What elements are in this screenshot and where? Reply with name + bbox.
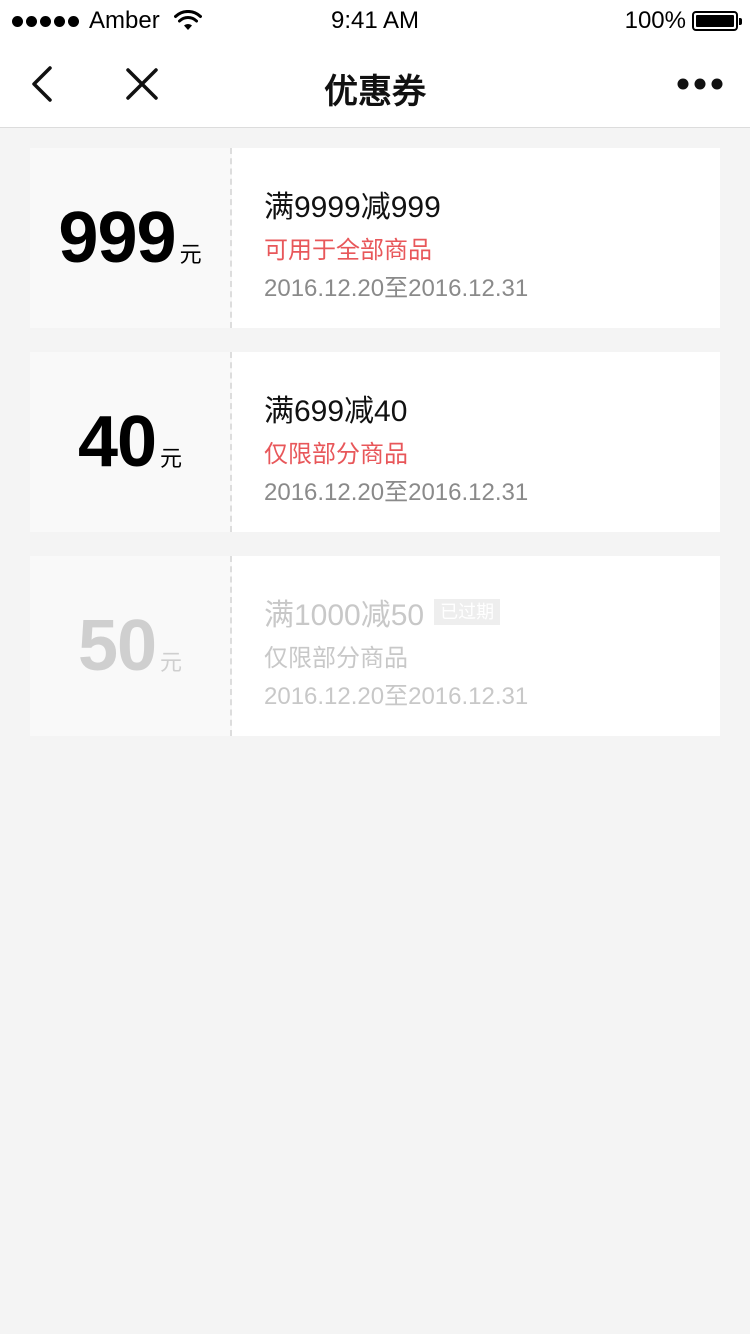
more-button[interactable] xyxy=(670,60,730,108)
coupon-unit: 元 xyxy=(179,242,202,267)
coupon-scope: 仅限部分商品 xyxy=(264,441,408,468)
battery-fill xyxy=(696,15,734,27)
coupon-date: 2016.12.20至2016.12.31 xyxy=(264,275,529,302)
coupon-list: 999 元 满9999减999 可用于全部商品 2016.12.20至2016.… xyxy=(30,148,720,760)
status-right: 100% xyxy=(624,7,742,35)
coupon-info: 满699减40 仅限部分商品 2016.12.20至2016.12.31 xyxy=(232,352,528,532)
coupon-card[interactable]: 40 元 满699减40 仅限部分商品 2016.12.20至2016.12.3… xyxy=(30,352,720,532)
coupon-title-text: 满9999减999 xyxy=(264,191,441,224)
coupon-card-expired[interactable]: 50 元 满1000减50 已过期 仅限部分商品 2016.12.20至2016… xyxy=(30,556,720,736)
coupon-amount: 50 xyxy=(77,606,157,686)
coupon-date: 2016.12.20至2016.12.31 xyxy=(264,683,529,710)
coupon-info: 满9999减999 可用于全部商品 2016.12.20至2016.12.31 xyxy=(232,148,528,328)
coupon-amount-panel: 999 元 xyxy=(30,148,232,328)
coupon-amount-panel: 50 元 xyxy=(30,556,232,736)
coupon-scope: 可用于全部商品 xyxy=(264,237,432,264)
coupon-amount: 999 xyxy=(58,198,176,278)
coupon-info: 满1000减50 已过期 仅限部分商品 2016.12.20至2016.12.3… xyxy=(232,556,528,736)
more-dots-icon xyxy=(677,78,723,90)
coupon-amount: 40 xyxy=(77,402,157,482)
expired-badge: 已过期 xyxy=(434,599,501,625)
coupon-title: 满1000减50 已过期 xyxy=(264,592,528,632)
coupon-title-text: 满699减40 xyxy=(264,395,408,428)
coupon-unit: 元 xyxy=(160,446,183,471)
coupon-card[interactable]: 999 元 满9999减999 可用于全部商品 2016.12.20至2016.… xyxy=(30,148,720,328)
coupon-scope: 仅限部分商品 xyxy=(264,645,408,672)
coupon-title-text: 满1000减50 xyxy=(264,599,425,632)
nav-bar: 优惠券 xyxy=(0,40,750,128)
coupon-date: 2016.12.20至2016.12.31 xyxy=(264,479,529,506)
page-title: 优惠券 xyxy=(324,73,426,111)
battery-percent: 100% xyxy=(624,7,686,34)
coupon-unit: 元 xyxy=(160,650,183,675)
coupon-title: 满699减40 xyxy=(264,388,528,428)
coupon-title: 满9999减999 xyxy=(264,184,528,224)
status-bar: Amber 9:41 AM 100% xyxy=(0,0,750,40)
coupon-amount-panel: 40 元 xyxy=(30,352,232,532)
battery-icon xyxy=(692,11,742,31)
